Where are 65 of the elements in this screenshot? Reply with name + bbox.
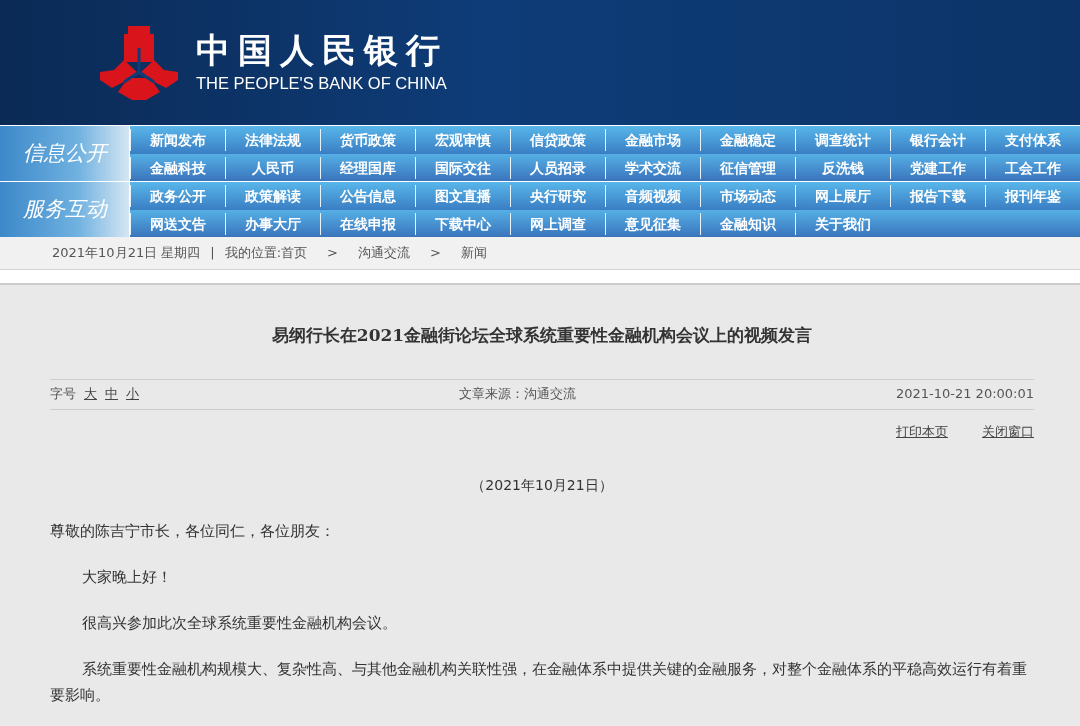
date-line: （2021年10月21日） <box>470 476 614 495</box>
action-link[interactable]: 打印本页 <box>896 421 948 441</box>
nav-link[interactable]: 征信管理 <box>700 157 795 179</box>
nav-link[interactable]: 支付体系 <box>985 129 1080 151</box>
nav-link[interactable]: 法律法规 <box>225 129 320 151</box>
logo-subtitle: THE PEOPLE'S BANK OF CHINA <box>196 75 448 92</box>
nav-link[interactable]: 网送文告 <box>130 213 225 235</box>
paragraph: 大家晚上好！ <box>81 567 173 588</box>
nav-link[interactable]: 公告信息 <box>320 185 415 207</box>
nav-link[interactable]: 图文直播 <box>415 185 510 207</box>
nav-group-label: 服务互动 <box>0 182 130 237</box>
nav-link[interactable]: 金融知识 <box>700 213 795 235</box>
action-link[interactable]: 关闭窗口 <box>982 421 1034 441</box>
location-label: 我的位置: <box>224 244 282 263</box>
nav-link[interactable]: 工会工作 <box>985 157 1080 179</box>
date-text: 2021年10月21日 星期四 <box>52 244 201 263</box>
nav-link[interactable]: 意见征集 <box>605 213 700 235</box>
nav-link[interactable]: 报告下载 <box>890 185 985 207</box>
source-text: 文章来源：沟通交流 <box>458 385 577 404</box>
nav-link[interactable]: 人员招录 <box>510 157 605 179</box>
nav-link[interactable]: 银行会计 <box>890 129 985 151</box>
nav-link[interactable]: 网上调查 <box>510 213 605 235</box>
paragraph: 很高兴参加此次全球系统重要性金融机构会议。 <box>81 613 398 634</box>
datetime-text: 2021-10-21 20:00:01 <box>895 385 1034 404</box>
chevron-text: > <box>430 244 441 263</box>
nav-link[interactable]: 政务公开 <box>130 185 225 207</box>
nav-link[interactable]: 信贷政策 <box>510 129 605 151</box>
nav-link[interactable]: 办事大厅 <box>225 213 320 235</box>
chevron-text: > <box>327 244 338 263</box>
nav-link[interactable]: 货币政策 <box>320 129 415 151</box>
breadcrumb-link[interactable]: 首页 <box>281 243 308 263</box>
article-title: 易纲行长在2021金融街论坛全球系统重要性金融机构会议上的视频发言 <box>270 324 814 347</box>
nav-link[interactable]: 学术交流 <box>605 157 700 179</box>
nav-link[interactable]: 关于我们 <box>795 213 890 235</box>
nav-link[interactable]: 调查统计 <box>795 129 890 151</box>
font-size-link[interactable]: 中 <box>105 384 118 404</box>
nav-link[interactable]: 央行研究 <box>510 185 605 207</box>
nav-link[interactable]: 经理国库 <box>320 157 415 179</box>
nav-link[interactable]: 报刊年鉴 <box>985 185 1080 207</box>
nav-link[interactable]: 国际交往 <box>415 157 510 179</box>
nav-link[interactable]: 音频视频 <box>605 185 700 207</box>
font-size-label: 字号 <box>50 385 76 404</box>
nav-link[interactable]: 网上展厅 <box>795 185 890 207</box>
nav-link[interactable]: 反洗钱 <box>795 157 890 179</box>
breadcrumb-link[interactable]: 新闻 <box>460 243 487 263</box>
nav-link[interactable]: 市场动态 <box>700 185 795 207</box>
nav-link[interactable]: 政策解读 <box>225 185 320 207</box>
breadcrumb-link[interactable]: 沟通交流 <box>358 243 410 263</box>
nav-link[interactable]: 下载中心 <box>415 213 510 235</box>
nav-link[interactable]: 金融科技 <box>130 157 225 179</box>
nav-link[interactable]: 新闻发布 <box>130 129 225 151</box>
font-size-link[interactable]: 大 <box>84 384 97 404</box>
nav-group-label: 信息公开 <box>0 126 130 181</box>
font-size-link[interactable]: 小 <box>126 384 139 404</box>
nav-link[interactable]: 金融市场 <box>605 129 700 151</box>
nav-link[interactable]: 在线申报 <box>320 213 415 235</box>
salutation-text: 尊敬的陈吉宁市长，各位同仁，各位朋友： <box>50 521 336 542</box>
nav-link[interactable]: 党建工作 <box>890 157 985 179</box>
nav-link[interactable]: 金融稳定 <box>700 129 795 151</box>
nav-link[interactable]: 人民币 <box>225 157 320 179</box>
paragraph: 系统重要性金融机构规模大、复杂性高、与其他金融机构关联性强，在金融体系中提供关键的金融服务，对整个金融体系的平稳高效运行有着重要影响。 <box>50 659 1028 706</box>
bank-logo-icon <box>98 25 180 100</box>
nav-link[interactable]: 宏观审慎 <box>415 129 510 151</box>
logo-title: 中国人民银行 <box>196 33 448 68</box>
divider-text: | <box>210 244 215 263</box>
